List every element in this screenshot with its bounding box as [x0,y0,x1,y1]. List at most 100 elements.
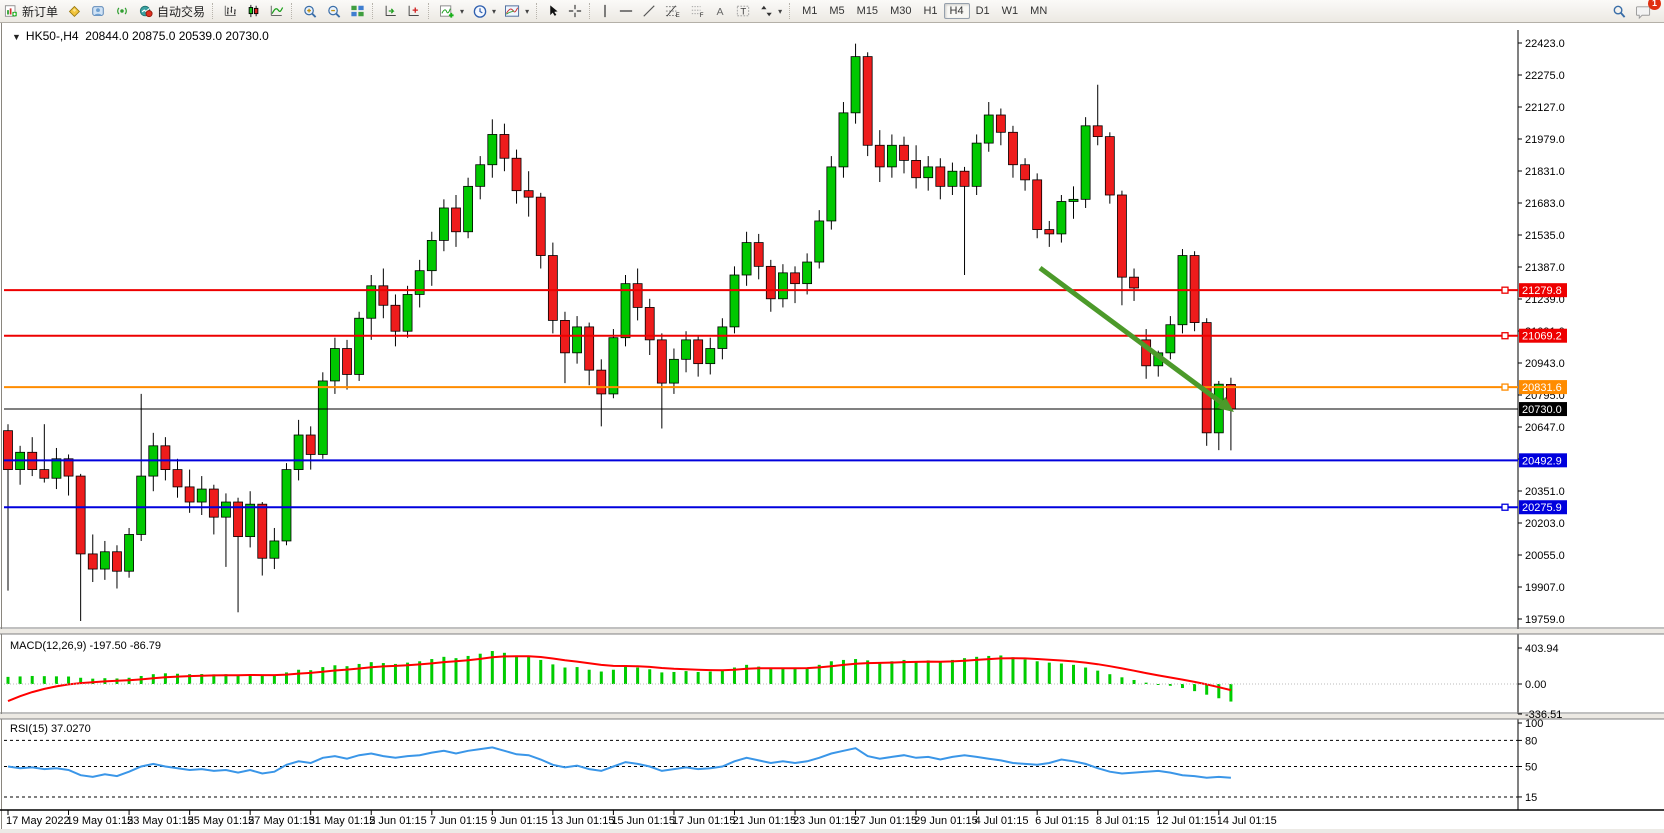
toolbar-separator [372,3,376,19]
svg-text:14 Jul 01:15: 14 Jul 01:15 [1217,815,1277,827]
svg-text:20831.6: 20831.6 [1522,382,1562,394]
indicators-button[interactable]: ▾ [435,1,468,21]
zoom-in-icon [302,4,318,19]
crosshair-tool-button[interactable] [564,1,586,21]
svg-text:20055.0: 20055.0 [1525,550,1565,562]
zoom-out-button[interactable] [322,1,346,21]
vertical-line-icon [600,4,610,18]
chart-shift-button[interactable] [402,1,425,21]
svg-text:25 May 01:15: 25 May 01:15 [188,815,255,827]
chat-button[interactable]: 1 [1631,1,1656,21]
svg-text:E: E [676,12,680,18]
auto-trading-icon [138,4,154,18]
svg-text:21535.0: 21535.0 [1525,230,1565,242]
svg-text:4 Jul 01:15: 4 Jul 01:15 [975,815,1029,827]
svg-text:17 May 2022: 17 May 2022 [6,815,70,827]
periods-button[interactable]: ▾ [468,1,500,21]
community-icon [90,4,106,18]
grid-icon: F [689,4,706,18]
timeframe-button-m1[interactable]: M1 [796,3,823,19]
candlestick-chart-icon [246,4,261,18]
svg-text:80: 80 [1525,735,1537,747]
svg-text:21683.0: 21683.0 [1525,198,1565,210]
gold-diamond-icon [66,4,82,18]
svg-text:T: T [740,7,746,18]
arrows-tool-button[interactable]: ▾ [755,1,786,21]
arrows-caret: ▾ [778,7,782,16]
tile-windows-button[interactable] [346,1,369,21]
toolbar-separator [291,3,295,19]
fibonacci-icon: E [664,4,681,18]
svg-text:100: 100 [1525,718,1543,730]
svg-text:20647.0: 20647.0 [1525,422,1565,434]
grid-tool-button[interactable]: F [685,1,710,21]
chart-symbol-period: HK50-,H4 [26,29,79,43]
vertical-line-tool-button[interactable] [596,1,614,21]
svg-text:2 Jun 01:15: 2 Jun 01:15 [369,815,427,827]
zoom-in-button[interactable] [298,1,322,21]
rsi-title: RSI(15) [10,723,48,735]
auto-trading-label: 自动交易 [157,3,205,20]
macd-title: MACD(12,26,9) [10,640,86,652]
text-label-tool-button[interactable]: T [731,1,755,21]
search-button[interactable] [1607,1,1631,21]
arrows-icon [759,4,774,18]
timeframe-button-d1[interactable]: D1 [970,3,996,19]
svg-text:22423.0: 22423.0 [1525,38,1565,50]
text-tool-button[interactable]: A [710,1,731,21]
svg-text:21387.0: 21387.0 [1525,262,1565,274]
chart-shift-icon [406,4,421,18]
timeframe-button-h4[interactable]: H4 [944,3,970,19]
new-order-button[interactable]: 新订单 [0,1,62,21]
search-icon [1611,4,1627,19]
timeframe-button-m15[interactable]: M15 [851,3,884,19]
line-chart-button[interactable] [265,1,288,21]
svg-text:20351.0: 20351.0 [1525,486,1565,498]
svg-text:22127.0: 22127.0 [1525,102,1565,114]
timeframe-button-m30[interactable]: M30 [884,3,917,19]
timeframe-button-w1[interactable]: W1 [996,3,1025,19]
svg-text:0.00: 0.00 [1525,679,1546,691]
symbol-dropdown-icon[interactable]: ▼ [12,32,21,42]
community-button[interactable] [86,1,110,21]
svg-text:31 May 01:15: 31 May 01:15 [309,815,376,827]
candlestick-chart-button[interactable] [242,1,265,21]
market-depth-button[interactable] [62,1,86,21]
svg-text:20203.0: 20203.0 [1525,518,1565,530]
signals-button[interactable] [110,1,134,21]
timeframe-button-h1[interactable]: H1 [917,3,943,19]
periods-caret: ▾ [492,7,496,16]
auto-scroll-icon [383,4,398,18]
templates-caret: ▾ [525,7,529,16]
bar-chart-icon [223,4,238,18]
svg-text:19 May 01:15: 19 May 01:15 [67,815,134,827]
trendline-icon [642,4,656,18]
auto-trading-button[interactable]: 自动交易 [134,1,209,21]
main-toolbar: 新订单 自动交易 ▾ ▾ [0,0,1664,23]
toolbar-separator [536,3,540,19]
templates-button[interactable]: ▾ [500,1,533,21]
chart-window[interactable]: 22423.022275.022127.021979.021831.021683… [0,22,1664,833]
svg-text:29 Jun 01:15: 29 Jun 01:15 [914,815,978,827]
auto-scroll-button[interactable] [379,1,402,21]
timeframe-group: M1M5M15M30H1H4D1W1MN [796,3,1053,19]
chart-ohlc-values: 20844.0 20875.0 20539.0 20730.0 [85,29,269,43]
svg-text:9 Jun 01:15: 9 Jun 01:15 [490,815,548,827]
horizontal-line-icon [618,4,634,18]
fibonacci-tool-button[interactable]: E [660,1,685,21]
toolbar-separator [589,3,593,19]
price-chart[interactable]: 22423.022275.022127.021979.021831.021683… [0,22,1664,833]
indicators-icon [439,4,456,19]
svg-text:15: 15 [1525,792,1537,804]
timeframe-button-mn[interactable]: MN [1024,3,1053,19]
line-chart-icon [269,4,284,18]
svg-text:20943.0: 20943.0 [1525,358,1565,370]
timeframe-button-m5[interactable]: M5 [823,3,850,19]
rsi-indicator-label: RSI(15) 37.0270 [10,723,91,735]
cursor-tool-button[interactable] [543,1,564,21]
notification-badge: 1 [1648,0,1661,10]
new-order-icon [4,4,19,18]
horizontal-line-tool-button[interactable] [614,1,638,21]
bar-chart-button[interactable] [219,1,242,21]
trendline-tool-button[interactable] [638,1,660,21]
